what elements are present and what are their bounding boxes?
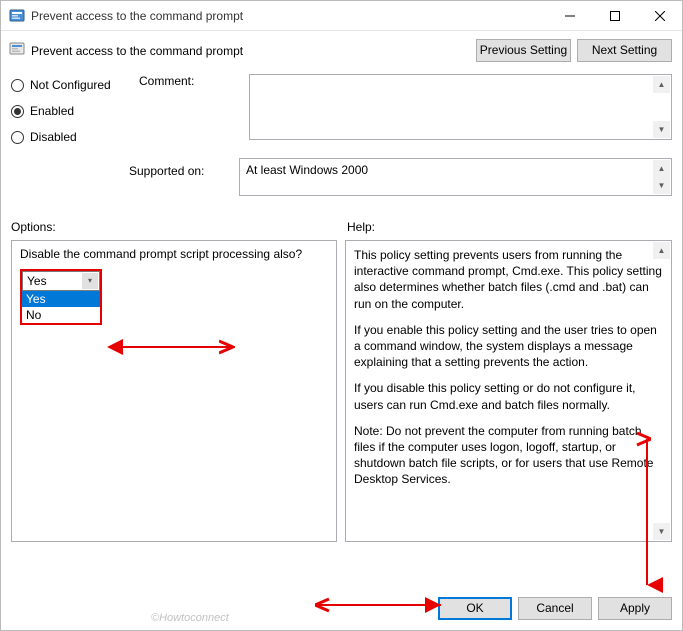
radio-enabled[interactable]: Enabled xyxy=(11,104,129,118)
radio-label: Disabled xyxy=(30,130,77,144)
apply-button[interactable]: Apply xyxy=(598,597,672,620)
window-controls xyxy=(547,1,682,30)
dropdown-selected: Yes xyxy=(27,274,47,288)
dropdown-list: Yes No xyxy=(22,291,100,323)
radio-label: Not Configured xyxy=(30,78,111,92)
policy-icon xyxy=(9,41,25,60)
radio-not-configured[interactable]: Not Configured xyxy=(11,78,129,92)
help-paragraph: Note: Do not prevent the computer from r… xyxy=(354,423,663,488)
options-question: Disable the command prompt script proces… xyxy=(20,247,328,261)
radio-dot-icon xyxy=(14,108,21,115)
help-paragraph: If you enable this policy setting and th… xyxy=(354,322,663,371)
comment-label-col: Comment: xyxy=(139,74,239,158)
config-area: Not Configured Enabled Disabled Comment:… xyxy=(1,70,682,158)
scroll-down-icon[interactable]: ▼ xyxy=(653,177,670,194)
supported-label: Supported on: xyxy=(129,158,229,178)
radio-label: Enabled xyxy=(30,104,74,118)
options-label: Options: xyxy=(11,220,347,234)
title-bar: Prevent access to the command prompt xyxy=(1,1,682,31)
chevron-down-icon: ▾ xyxy=(82,273,98,289)
comment-field-col: ▲ ▼ xyxy=(249,74,672,158)
minimize-button[interactable] xyxy=(547,1,592,30)
scroll-down-icon[interactable]: ▼ xyxy=(653,523,670,540)
watermark: ©Howtoconnect xyxy=(151,612,229,624)
dropdown-option-yes[interactable]: Yes xyxy=(22,291,100,307)
radio-circle-icon xyxy=(11,105,24,118)
scroll-up-icon[interactable]: ▲ xyxy=(653,76,670,93)
help-text: This policy setting prevents users from … xyxy=(354,247,663,487)
help-paragraph: If you disable this policy setting or do… xyxy=(354,380,663,412)
dropdown-option-no[interactable]: No xyxy=(22,307,100,323)
app-icon xyxy=(9,8,25,24)
supported-text: At least Windows 2000 xyxy=(246,163,368,177)
scroll-down-icon[interactable]: ▼ xyxy=(653,121,670,138)
comment-textbox[interactable]: ▲ ▼ xyxy=(249,74,672,140)
next-setting-button[interactable]: Next Setting xyxy=(577,39,672,62)
state-radios: Not Configured Enabled Disabled xyxy=(11,74,129,158)
radio-disabled[interactable]: Disabled xyxy=(11,130,129,144)
help-panel: This policy setting prevents users from … xyxy=(345,240,672,542)
scroll-up-icon[interactable]: ▲ xyxy=(653,160,670,177)
help-paragraph: This policy setting prevents users from … xyxy=(354,247,663,312)
radio-circle-icon xyxy=(11,131,24,144)
supported-row: Supported on: At least Windows 2000 ▲ ▼ xyxy=(1,158,682,206)
section-labels: Options: Help: xyxy=(1,206,682,240)
window-title: Prevent access to the command prompt xyxy=(31,9,547,23)
footer-buttons: OK Cancel Apply xyxy=(438,597,672,620)
comment-label: Comment: xyxy=(139,74,239,88)
script-processing-dropdown[interactable]: Yes ▾ xyxy=(22,271,100,291)
ok-button[interactable]: OK xyxy=(438,597,512,620)
previous-setting-button[interactable]: Previous Setting xyxy=(476,39,571,62)
panels: Disable the command prompt script proces… xyxy=(1,240,682,542)
supported-textbox: At least Windows 2000 ▲ ▼ xyxy=(239,158,672,196)
cancel-button[interactable]: Cancel xyxy=(518,597,592,620)
help-label: Help: xyxy=(347,220,375,234)
close-button[interactable] xyxy=(637,1,682,30)
header-text: Prevent access to the command prompt xyxy=(31,44,243,58)
dropdown-highlight: Yes ▾ Yes No xyxy=(20,269,102,325)
options-panel: Disable the command prompt script proces… xyxy=(11,240,337,542)
header-label: Prevent access to the command prompt xyxy=(9,41,470,60)
header-row: Prevent access to the command prompt Pre… xyxy=(1,31,682,70)
annotation-arrow-ok xyxy=(311,595,451,615)
radio-circle-icon xyxy=(11,79,24,92)
scroll-up-icon[interactable]: ▲ xyxy=(653,242,670,259)
maximize-button[interactable] xyxy=(592,1,637,30)
